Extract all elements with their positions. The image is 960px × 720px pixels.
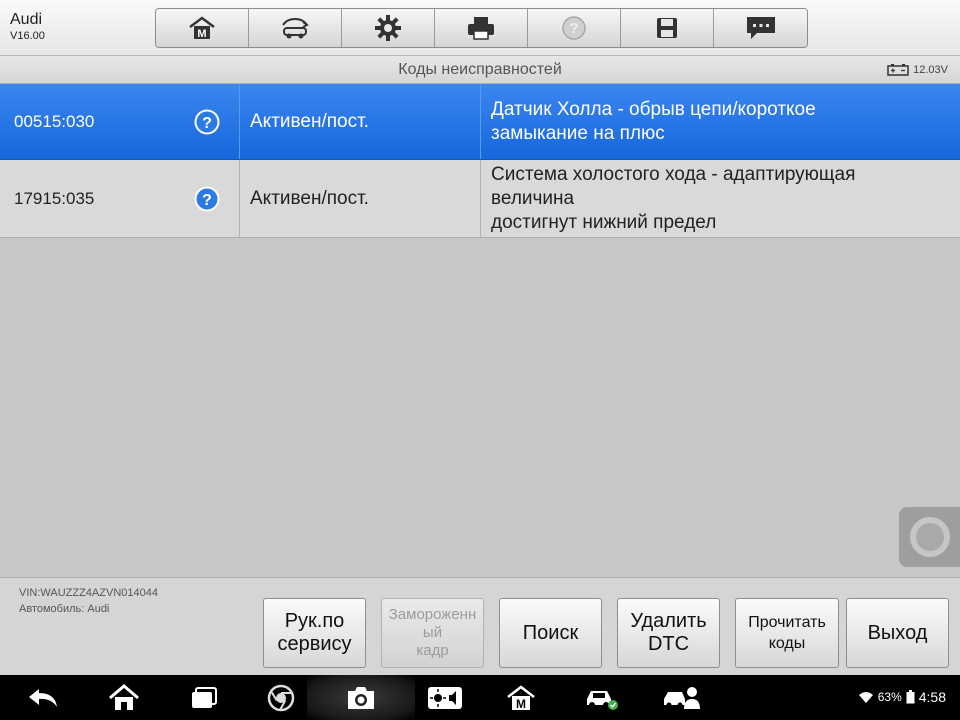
read-codes-button[interactable]: Прочитать коды: [735, 598, 839, 668]
recent-apps-button[interactable]: [181, 675, 227, 720]
exit-button[interactable]: Выход: [846, 598, 949, 668]
maxisys-home-icon: M: [507, 684, 535, 711]
svg-text:?: ?: [569, 20, 578, 37]
vehicle-comm-button[interactable]: [578, 675, 624, 720]
dtc-code-cell: 00515:030 ?: [0, 84, 240, 159]
vin-label: VIN:WAUZZZ4AZVN014044: [19, 587, 158, 599]
brightness-volume-button[interactable]: [422, 675, 468, 720]
dtc-row[interactable]: 17915:035 ? Активен/пост. Система холост…: [0, 160, 960, 238]
print-button[interactable]: [435, 9, 528, 47]
page-title: Коды неисправностей: [398, 61, 562, 78]
vehicle-make: Audi: [10, 11, 43, 28]
dtc-status: Активен/пост.: [240, 84, 481, 159]
chrome-button[interactable]: [258, 675, 304, 720]
question-icon[interactable]: ?: [193, 108, 221, 136]
help-button[interactable]: ?: [528, 9, 621, 47]
dtc-list: 00515:030 ? Активен/пост. Датчик Холла -…: [0, 84, 960, 238]
recent-apps-icon: [192, 686, 217, 708]
dtc-code: 17915:035: [14, 188, 95, 208]
toolbar: M ?: [155, 8, 808, 48]
wifi-icon: [858, 692, 873, 703]
printer-icon: [468, 17, 494, 40]
save-icon: [657, 18, 677, 38]
circle-icon: [909, 517, 950, 557]
dtc-description: Датчик Холла - обрыв цепи/короткое замык…: [481, 84, 960, 159]
voltage-value: 12.03V: [913, 63, 948, 76]
home-button[interactable]: M: [156, 9, 249, 47]
vehicle-label: Автомобиль: Audi: [19, 603, 110, 615]
dtc-description-line: Система холостого хода - адаптирующая: [491, 163, 856, 185]
floating-assist-button[interactable]: [899, 507, 960, 567]
top-bar: Audi V16.00 M ?: [0, 0, 960, 56]
help-icon: ?: [562, 16, 586, 40]
gear-icon: [375, 15, 401, 41]
android-home-button[interactable]: [101, 675, 147, 720]
dtc-status: Активен/пост.: [240, 160, 481, 237]
service-manual-button[interactable]: Рук.по сервису: [263, 598, 366, 668]
remote-expert-button[interactable]: [658, 675, 704, 720]
dtc-description: Система холостого хода - адаптирующая ве…: [481, 160, 960, 237]
screenshot-button[interactable]: [338, 675, 384, 720]
home-icon: M: [189, 16, 215, 40]
car-battery-icon: [887, 64, 909, 76]
vehicle-swap-icon: [282, 17, 309, 39]
maxisys-home-button[interactable]: M: [498, 675, 544, 720]
dtc-row[interactable]: 00515:030 ? Активен/пост. Датчик Холла -…: [0, 84, 960, 160]
dtc-description-line: величина: [491, 187, 575, 209]
house-icon: [109, 683, 139, 710]
back-button[interactable]: [20, 675, 66, 720]
freeze-frame-button[interactable]: Замороженн ый кадр: [381, 598, 484, 668]
search-button[interactable]: Поиск: [499, 598, 602, 668]
message-icon: [746, 17, 775, 39]
vehicle-swap-button[interactable]: [249, 9, 342, 47]
battery-voltage: 12.03V: [887, 63, 948, 76]
car-connected-icon: [587, 690, 618, 710]
save-button[interactable]: [621, 9, 714, 47]
dtc-description-line: замыкание на плюс: [491, 122, 665, 144]
battery-percent: 63%: [877, 690, 902, 704]
settings-button[interactable]: [342, 9, 435, 47]
svg-text:?: ?: [202, 115, 212, 132]
clock: 4:58: [918, 689, 946, 705]
svg-text:?: ?: [202, 192, 212, 209]
title-bar: Коды неисправностей 12.03V: [0, 56, 960, 84]
footer: VIN:WAUZZZ4AZVN014044 Автомобиль: Audi Р…: [0, 577, 960, 675]
question-icon[interactable]: ?: [193, 185, 221, 213]
chrome-icon: [267, 684, 295, 711]
status-bar: 63% 4:58: [858, 689, 946, 705]
dtc-code-cell: 17915:035 ?: [0, 160, 240, 237]
dtc-code: 00515:030: [14, 111, 95, 131]
svg-text:M: M: [516, 697, 526, 711]
vehicle-brand: Audi V16.00: [10, 11, 45, 43]
battery-icon: [906, 690, 915, 704]
dtc-description-line: достигнут нижний предел: [491, 211, 717, 233]
remote-expert-icon: [664, 686, 700, 709]
software-version: V16.00: [10, 30, 45, 42]
camera-icon: [348, 686, 374, 709]
message-button[interactable]: [714, 9, 807, 47]
back-icon: [29, 688, 57, 707]
clear-dtc-button[interactable]: Удалить DTC: [617, 598, 720, 668]
brightness-volume-icon: [428, 686, 462, 709]
vehicle-info: VIN:WAUZZZ4AZVN014044 Автомобиль: Audi: [19, 585, 158, 617]
svg-text:M: M: [197, 28, 206, 40]
dtc-description-line: Датчик Холла - обрыв цепи/короткое: [491, 98, 816, 120]
